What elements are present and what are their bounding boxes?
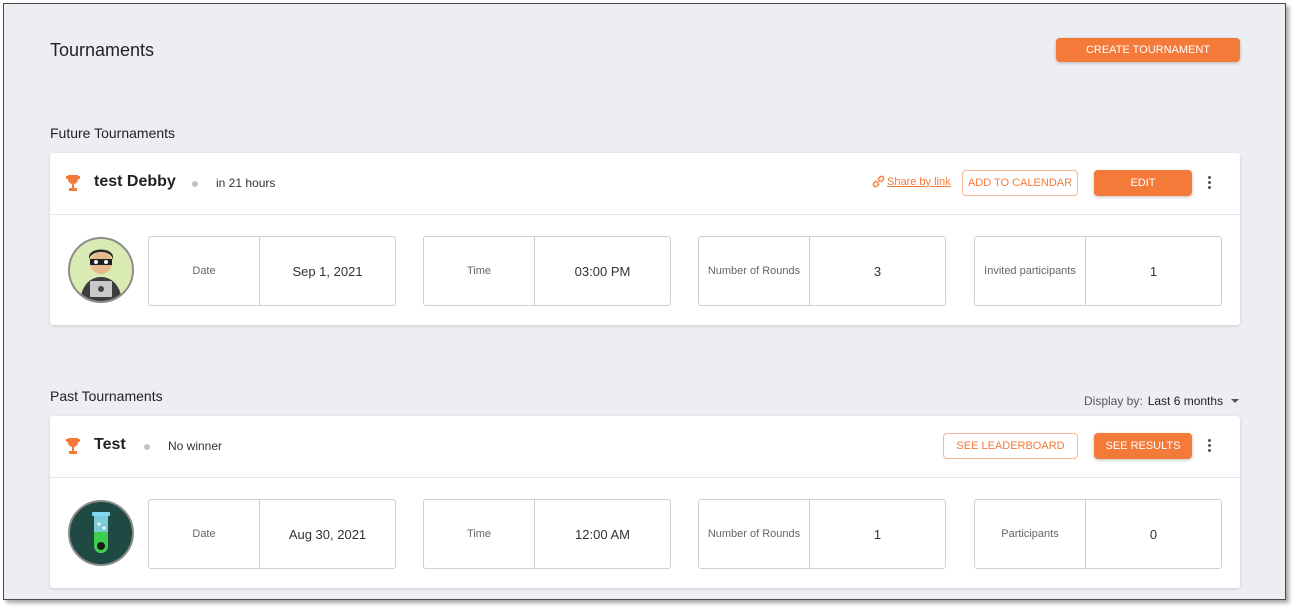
stat-time: Time 03:00 PM <box>423 236 671 306</box>
stat-time: Time 12:00 AM <box>423 499 671 569</box>
edit-button[interactable]: EDIT <box>1094 170 1192 196</box>
display-by-filter[interactable]: Display by: Last 6 months <box>1084 394 1240 408</box>
card-header: test Debby in 21 hours Share by link ADD… <box>50 153 1240 215</box>
tournament-status: No winner <box>168 439 223 453</box>
page-title: Tournaments <box>50 40 155 60</box>
stat-value: Aug 30, 2021 <box>288 526 367 542</box>
stat-rounds: Number of Rounds 1 <box>698 499 946 569</box>
stat-value: 1 <box>1149 263 1158 279</box>
share-link-label: Share by link <box>887 175 951 188</box>
link-icon <box>872 175 885 188</box>
avatar <box>68 237 134 303</box>
stat-value: 12:00 AM <box>575 526 630 542</box>
app-window: Tournaments CREATE TOURNAMENT Future Tou… <box>3 3 1286 600</box>
stat-value: 1 <box>873 526 882 542</box>
trophy-icon <box>66 438 80 454</box>
future-tournament-card: test Debby in 21 hours Share by link ADD… <box>50 153 1240 325</box>
stat-value: 03:00 PM <box>574 263 631 279</box>
separator-dot <box>144 444 150 450</box>
stat-label: Number of Rounds <box>699 500 810 568</box>
stat-value: 0 <box>1149 526 1158 542</box>
card-header: Test No winner SEE LEADERBOARD SEE RESUL… <box>50 416 1240 478</box>
stat-participants: Participants 0 <box>974 499 1222 569</box>
kebab-menu-icon[interactable] <box>1204 437 1214 457</box>
stat-rounds: Number of Rounds 3 <box>698 236 946 306</box>
create-tournament-button[interactable]: CREATE TOURNAMENT <box>1056 38 1240 62</box>
tournament-status: in 21 hours <box>216 176 276 190</box>
stat-date: Date Sep 1, 2021 <box>148 236 396 306</box>
stat-value: Sep 1, 2021 <box>292 263 363 279</box>
add-to-calendar-button[interactable]: ADD TO CALENDAR <box>962 170 1078 196</box>
trophy-icon <box>66 175 80 191</box>
kebab-menu-icon[interactable] <box>1204 174 1214 194</box>
stat-label: Time <box>424 237 535 305</box>
tournament-name[interactable]: Test <box>94 436 126 454</box>
display-by-label: Display by: <box>1084 394 1143 408</box>
stat-date: Date Aug 30, 2021 <box>148 499 396 569</box>
stat-label: Invited participants <box>975 237 1086 305</box>
stat-label: Participants <box>975 500 1086 568</box>
stat-label: Time <box>424 500 535 568</box>
card-body: Date Sep 1, 2021 Time 03:00 PM Number of… <box>50 215 1240 325</box>
display-by-value[interactable]: Last 6 months <box>1148 394 1223 408</box>
avatar <box>68 500 134 566</box>
future-section-title: Future Tournaments <box>50 125 176 141</box>
stat-value: 3 <box>873 263 882 279</box>
tournament-name[interactable]: test Debby <box>94 173 176 191</box>
stat-participants: Invited participants 1 <box>974 236 1222 306</box>
stat-label: Date <box>149 500 260 568</box>
see-leaderboard-button[interactable]: SEE LEADERBOARD <box>943 433 1078 459</box>
stat-label: Date <box>149 237 260 305</box>
card-body: Date Aug 30, 2021 Time 12:00 AM Number o… <box>50 478 1240 588</box>
past-tournament-card: Test No winner SEE LEADERBOARD SEE RESUL… <box>50 416 1240 588</box>
share-by-link[interactable]: Share by link <box>872 175 951 188</box>
separator-dot <box>192 181 198 187</box>
caret-down-icon[interactable] <box>1231 399 1240 403</box>
see-results-button[interactable]: SEE RESULTS <box>1094 433 1192 459</box>
stat-label: Number of Rounds <box>699 237 810 305</box>
past-section-title: Past Tournaments <box>50 388 163 404</box>
